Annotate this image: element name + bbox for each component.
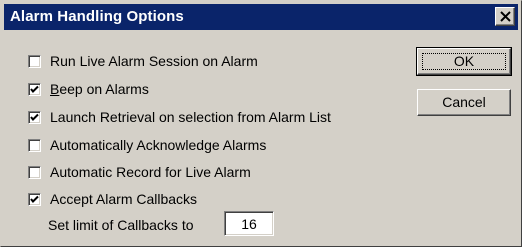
window-title: Alarm Handling Options	[10, 8, 184, 25]
option-label: Accept Alarm Callbacks	[50, 191, 198, 207]
check-icon	[30, 195, 39, 203]
cancel-button[interactable]: Cancel	[417, 89, 511, 116]
launch-retrieval-checkbox[interactable]	[28, 110, 41, 124]
close-icon	[500, 11, 511, 22]
option-accept-callbacks[interactable]: Accept Alarm Callbacks	[28, 190, 197, 208]
option-auto-acknowledge[interactable]: Automatically Acknowledge Alarms	[28, 136, 266, 154]
cancel-label: Cancel	[442, 94, 486, 110]
ok-button[interactable]: OK	[416, 47, 512, 76]
check-icon	[30, 85, 39, 93]
auto-acknowledge-checkbox[interactable]	[28, 138, 41, 152]
callback-limit-label: Set limit of Callbacks to	[48, 217, 194, 233]
ok-label: OK	[453, 53, 475, 69]
access-key: B	[50, 81, 60, 97]
option-label: Run Live Alarm Session on Alarm	[50, 53, 258, 69]
option-run-live-alarm-session[interactable]: Run Live Alarm Session on Alarm	[28, 52, 258, 70]
beep-on-alarms-checkbox[interactable]	[28, 82, 41, 96]
option-label: Automatically Acknowledge Alarms	[50, 137, 267, 153]
run-live-alarm-session-checkbox[interactable]	[28, 54, 41, 68]
check-icon	[30, 113, 39, 121]
option-automatic-record[interactable]: Automatic Record for Live Alarm	[28, 163, 251, 181]
accept-callbacks-checkbox[interactable]	[28, 192, 41, 206]
automatic-record-checkbox[interactable]	[28, 165, 41, 179]
close-button[interactable]	[495, 7, 515, 26]
option-beep-on-alarms[interactable]: Beep on Alarms	[28, 80, 149, 98]
option-label: Beep on Alarms	[50, 81, 149, 97]
option-label: Automatic Record for Live Alarm	[50, 164, 251, 180]
callback-limit-input[interactable]	[224, 211, 274, 236]
title-bar: Alarm Handling Options	[4, 4, 518, 30]
alarm-handling-options-dialog: Alarm Handling Options Run Live Alarm Se…	[0, 0, 522, 247]
option-launch-retrieval[interactable]: Launch Retrieval on selection from Alarm…	[28, 108, 331, 126]
option-label-rest: eep on Alarms	[59, 81, 149, 97]
option-label: Launch Retrieval on selection from Alarm…	[50, 109, 331, 125]
